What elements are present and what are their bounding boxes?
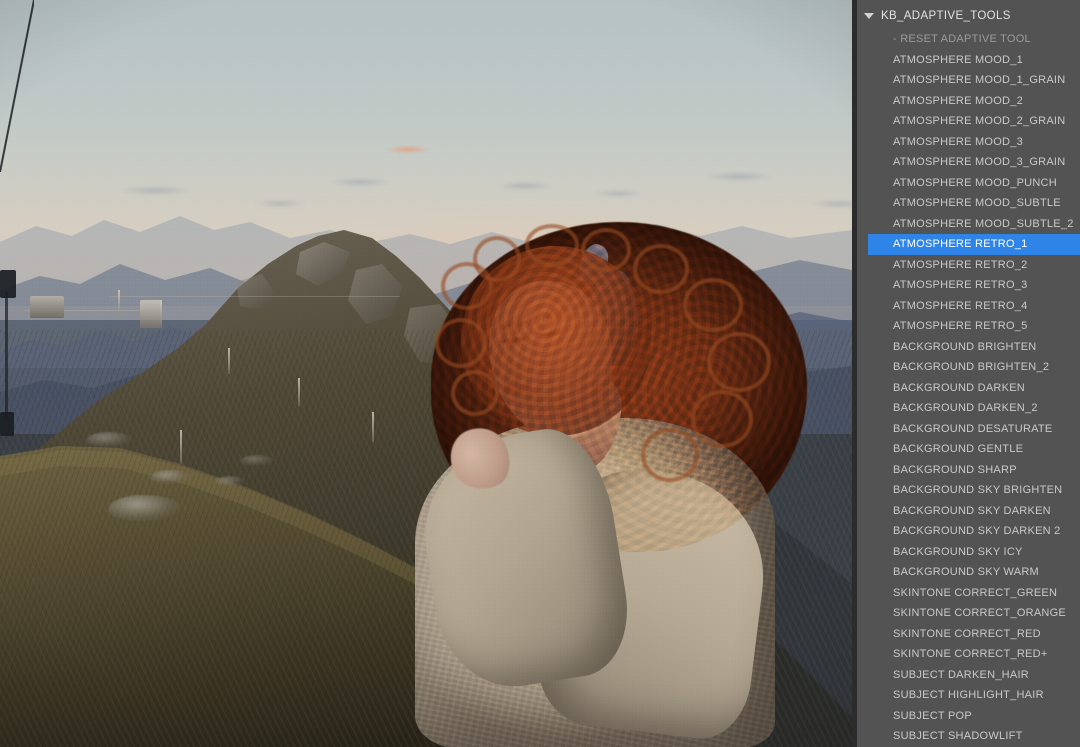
hair-curl xyxy=(707,332,771,392)
preset-item[interactable]: SKINTONE CORRECT_RED xyxy=(857,624,1080,645)
preset-item[interactable]: ATMOSPHERE MOOD_SUBTLE xyxy=(857,193,1080,214)
preset-item[interactable]: BACKGROUND DARKEN xyxy=(857,378,1080,399)
hut xyxy=(30,296,64,318)
preset-item[interactable]: ATMOSPHERE RETRO_5 xyxy=(857,316,1080,337)
preset-item[interactable]: BACKGROUND SKY ICY xyxy=(857,542,1080,563)
hair-curl xyxy=(633,244,689,294)
hair-curl xyxy=(525,224,579,266)
photo-image xyxy=(0,0,852,747)
hair-curl xyxy=(581,228,631,272)
cloud xyxy=(706,172,772,181)
hair-curl xyxy=(691,390,753,448)
gondola xyxy=(0,270,16,298)
preset-item[interactable]: BACKGROUND SKY DARKEN 2 xyxy=(857,521,1080,542)
fence-post xyxy=(298,378,300,406)
preset-item[interactable]: SUBJECT SHADOWLIFT xyxy=(857,726,1080,747)
preset-item[interactable]: SKINTONE CORRECT_RED+ xyxy=(857,644,1080,665)
preset-item[interactable]: ATMOSPHERE MOOD_3_GRAIN xyxy=(857,152,1080,173)
fence-wire xyxy=(110,296,400,297)
preset-item[interactable]: ATMOSPHERE RETRO_3 xyxy=(857,275,1080,296)
preset-item[interactable]: BACKGROUND BRIGHTEN xyxy=(857,337,1080,358)
hair-curl xyxy=(683,278,743,332)
cloud xyxy=(330,178,390,186)
preset-item[interactable]: SUBJECT HIGHLIGHT_HAIR xyxy=(857,685,1080,706)
hair-curl xyxy=(451,370,499,416)
editor-window: KB_ADAPTIVE_TOOLS - RESET ADAPTIVE TOOLA… xyxy=(0,0,1080,747)
fence-post xyxy=(228,348,230,374)
preset-item[interactable]: BACKGROUND SKY BRIGHTEN xyxy=(857,480,1080,501)
marker-board xyxy=(140,300,162,328)
preset-item[interactable]: BACKGROUND SKY DARKEN xyxy=(857,501,1080,522)
photo-canvas[interactable] xyxy=(0,0,852,747)
preset-item[interactable]: ATMOSPHERE MOOD_1_GRAIN xyxy=(857,70,1080,91)
fence-post xyxy=(118,290,120,312)
panel-title: KB_ADAPTIVE_TOOLS xyxy=(881,10,1011,22)
preset-item[interactable]: ATMOSPHERE MOOD_3 xyxy=(857,132,1080,153)
gondola xyxy=(0,412,14,436)
preset-item[interactable]: ATMOSPHERE MOOD_1 xyxy=(857,50,1080,71)
hair-curl xyxy=(435,318,487,368)
preset-item[interactable]: SKINTONE CORRECT_ORANGE xyxy=(857,603,1080,624)
photo-subject-person xyxy=(395,222,825,747)
hair-curl xyxy=(473,236,521,282)
preset-item[interactable]: BACKGROUND SHARP xyxy=(857,460,1080,481)
hair-curl xyxy=(641,428,699,482)
preset-item[interactable]: SKINTONE CORRECT_GREEN xyxy=(857,583,1080,604)
sunset-cloud xyxy=(388,146,428,153)
fence-post xyxy=(180,430,182,464)
preset-item[interactable]: SUBJECT POP xyxy=(857,706,1080,727)
cable-line xyxy=(5,292,8,418)
preset-item[interactable]: BACKGROUND DARKEN_2 xyxy=(857,398,1080,419)
preset-item[interactable]: - RESET ADAPTIVE TOOL xyxy=(857,29,1080,50)
preset-list[interactable]: - RESET ADAPTIVE TOOLATMOSPHERE MOOD_1AT… xyxy=(857,29,1080,747)
preset-item[interactable]: ATMOSPHERE MOOD_PUNCH xyxy=(857,173,1080,194)
preset-item[interactable]: BACKGROUND GENTLE xyxy=(857,439,1080,460)
preset-item-selected[interactable]: ATMOSPHERE RETRO_1 xyxy=(868,234,1080,255)
fence-post xyxy=(372,412,374,442)
preset-item[interactable]: ATMOSPHERE MOOD_2_GRAIN xyxy=(857,111,1080,132)
preset-item[interactable]: ATMOSPHERE RETRO_4 xyxy=(857,296,1080,317)
preset-item[interactable]: ATMOSPHERE RETRO_2 xyxy=(857,255,1080,276)
panel-header[interactable]: KB_ADAPTIVE_TOOLS xyxy=(857,5,1080,27)
cable-line xyxy=(0,0,34,172)
preset-item[interactable]: BACKGROUND BRIGHTEN_2 xyxy=(857,357,1080,378)
preset-item[interactable]: ATMOSPHERE MOOD_2 xyxy=(857,91,1080,112)
preset-item[interactable]: ATMOSPHERE MOOD_SUBTLE_2 xyxy=(857,214,1080,235)
adaptive-tools-panel: KB_ADAPTIVE_TOOLS - RESET ADAPTIVE TOOLA… xyxy=(857,0,1080,747)
preset-item[interactable]: SUBJECT DARKEN_HAIR xyxy=(857,665,1080,686)
preset-item[interactable]: BACKGROUND DESATURATE xyxy=(857,419,1080,440)
preset-item[interactable]: BACKGROUND SKY WARM xyxy=(857,562,1080,583)
triangle-down-icon[interactable] xyxy=(864,13,874,19)
